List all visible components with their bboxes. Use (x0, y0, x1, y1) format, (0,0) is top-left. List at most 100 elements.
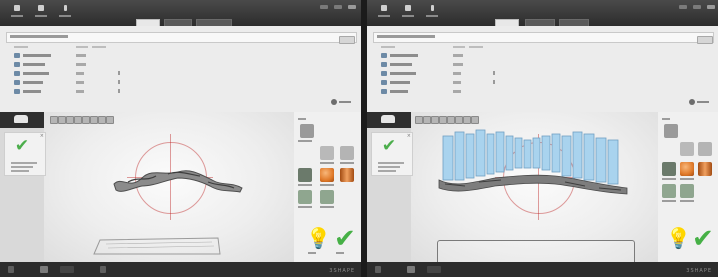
scan-row[interactable] (381, 71, 495, 77)
next-check-icon[interactable]: ✔ (334, 226, 356, 252)
minimize-button[interactable] (679, 5, 687, 9)
scan-row[interactable] (14, 62, 104, 68)
trim-tool-icon[interactable] (340, 146, 354, 160)
tool-panel: 💡 ✔ (658, 112, 718, 262)
scan-row[interactable] (381, 53, 471, 59)
scan-icon (381, 62, 387, 67)
close-icon[interactable]: × (40, 133, 44, 139)
apply-button[interactable] (331, 98, 353, 106)
apply-icon (689, 99, 695, 105)
view-tool-icon[interactable] (423, 116, 431, 124)
sphere-tool-icon[interactable] (320, 168, 334, 182)
options-button[interactable] (339, 36, 355, 44)
dental-model-icon[interactable] (14, 115, 28, 123)
scan-icon (14, 53, 20, 58)
smooth-tool-icon[interactable] (662, 184, 676, 198)
hint-bulb-icon[interactable]: 💡 (666, 228, 691, 248)
sculpt-tool-icon[interactable] (680, 184, 694, 198)
menu-icon[interactable] (8, 266, 14, 273)
hint-bulb-icon[interactable]: 💡 (306, 228, 331, 248)
left-window: × ✔ 💡 ✔ 3SHAPE (0, 0, 361, 277)
scan-row[interactable] (14, 71, 120, 77)
view-tool-icon[interactable] (431, 116, 439, 124)
view-tool-icon[interactable] (58, 116, 66, 124)
check-icon: ✔ (14, 136, 30, 156)
info-button[interactable] (58, 5, 72, 21)
scan-icon (381, 89, 387, 94)
view-tool-icon[interactable] (415, 116, 423, 124)
view-tool-icon[interactable] (82, 116, 90, 124)
scan-list-title (377, 35, 435, 38)
view-tool-icon[interactable] (106, 116, 114, 124)
view-icon[interactable] (407, 266, 415, 273)
close-button[interactable] (348, 5, 356, 9)
home-icon (381, 5, 387, 11)
gum-tool-icon[interactable] (664, 124, 678, 138)
save-button[interactable] (34, 5, 48, 21)
home-button[interactable] (10, 5, 24, 21)
column-info (469, 46, 483, 48)
scan-list-panel (0, 26, 361, 114)
ribbon-bar (367, 0, 718, 27)
smooth-tool-icon[interactable] (298, 190, 312, 204)
cut-tool-icon[interactable] (320, 146, 334, 160)
scan-row[interactable] (381, 80, 495, 86)
scan-row[interactable] (14, 80, 120, 86)
scan-icon (14, 62, 20, 67)
gum-tool-icon[interactable] (300, 124, 314, 138)
home-button[interactable] (377, 5, 391, 21)
view-tool-icon[interactable] (447, 116, 455, 124)
scan-row[interactable] (14, 89, 120, 95)
minimize-button[interactable] (320, 5, 328, 9)
view-tool-icon[interactable] (463, 116, 471, 124)
jaw-scan-with-crowns[interactable] (435, 128, 635, 200)
scan-row[interactable] (381, 89, 471, 95)
close-button[interactable] (707, 5, 715, 9)
scan-icon (14, 71, 20, 76)
save-button[interactable] (401, 5, 415, 21)
scan-icon (381, 53, 387, 58)
gallery-panel (0, 112, 44, 128)
cut-tool-icon[interactable] (680, 142, 694, 156)
info-button[interactable] (425, 5, 439, 21)
cylinder-tool-icon[interactable] (340, 168, 354, 182)
save-icon (38, 5, 44, 11)
view-tool-icon[interactable] (74, 116, 82, 124)
next-check-icon[interactable]: ✔ (692, 226, 714, 252)
view-tool-icon[interactable] (66, 116, 74, 124)
dental-model-icon[interactable] (381, 115, 395, 123)
options-button[interactable] (697, 36, 713, 44)
apply-button[interactable] (689, 98, 711, 106)
jaw-scan-model[interactable] (108, 156, 248, 202)
ribbon-bar (0, 0, 361, 27)
view-icon[interactable] (40, 266, 48, 273)
view-tool-icon[interactable] (455, 116, 463, 124)
sphere-tool-icon[interactable] (680, 162, 694, 176)
info-icon (63, 5, 67, 11)
view-tool-icon[interactable] (98, 116, 106, 124)
view-tool-icon[interactable] (439, 116, 447, 124)
scan-row[interactable] (381, 62, 471, 68)
view-tool-icon[interactable] (90, 116, 98, 124)
column-status (76, 46, 88, 48)
check-icon: ✔ (381, 136, 397, 156)
fill-tool-icon[interactable] (662, 162, 676, 176)
close-icon[interactable]: × (407, 133, 411, 139)
right-window: × ✔ 💡 ✔ 3SHAPE (367, 0, 718, 277)
view-tool-icon[interactable] (471, 116, 479, 124)
trim-tool-icon[interactable] (698, 142, 712, 156)
bottom-scan-preview (93, 237, 221, 255)
column-name (14, 46, 28, 48)
scan-row[interactable] (14, 53, 104, 59)
layer-icon[interactable] (100, 266, 106, 273)
cylinder-tool-icon[interactable] (698, 162, 712, 176)
sculpt-tool-icon[interactable] (320, 190, 334, 204)
column-name (381, 46, 395, 48)
menu-icon[interactable] (375, 266, 381, 273)
save-icon (405, 5, 411, 11)
fill-tool-icon[interactable] (298, 168, 312, 182)
view-tool-icon[interactable] (50, 116, 58, 124)
maximize-button[interactable] (693, 5, 701, 9)
maximize-button[interactable] (334, 5, 342, 9)
gallery-panel (367, 112, 411, 128)
